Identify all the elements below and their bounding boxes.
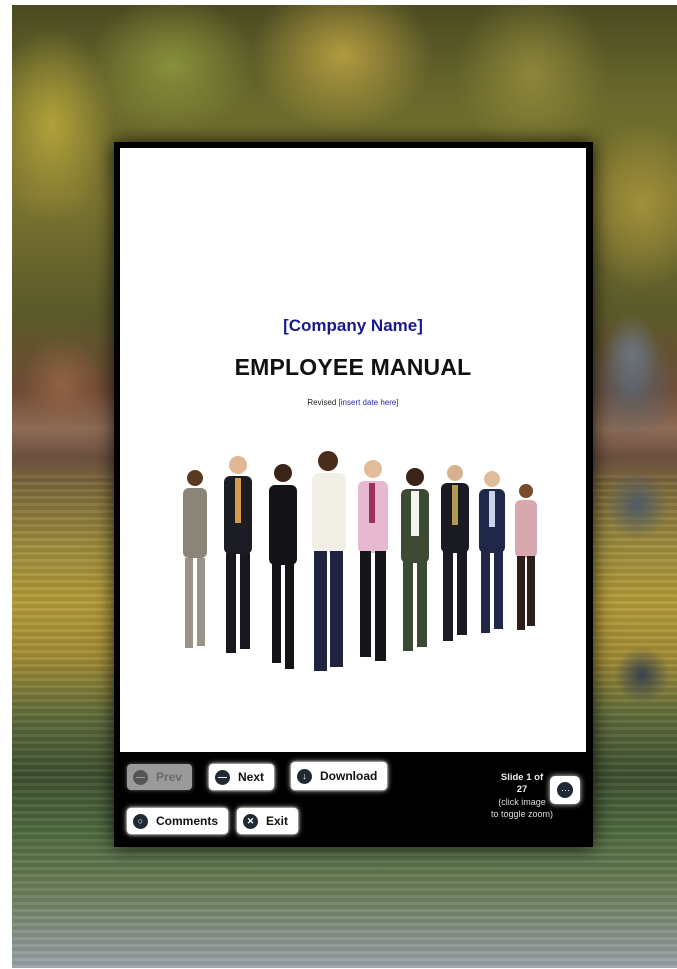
zoom-hint-line2: to toggle zoom) — [490, 809, 554, 819]
person-6 — [401, 468, 429, 651]
team-photo — [183, 451, 537, 671]
zoom-hint-line1: (click image — [498, 797, 546, 807]
exit-label: Exit — [266, 814, 289, 828]
slide-page[interactable]: [Company Name] EMPLOYEE MANUAL Revised [… — [120, 148, 586, 752]
thumbnails-button[interactable]: ⋯ — [550, 776, 580, 804]
next-label: Next — [238, 770, 265, 784]
person-2 — [224, 456, 252, 653]
download-button[interactable]: ↓ Download — [291, 762, 388, 790]
document-title: EMPLOYEE MANUAL — [234, 354, 472, 380]
comments-button[interactable]: ○ Comments — [127, 808, 229, 834]
slide-counter-total: 27 — [516, 784, 528, 795]
prev-button[interactable]: — Prev — [127, 764, 193, 790]
minus-circle-icon: — — [133, 769, 148, 785]
slide-counter: Slide 1 of 27 (click image to toggle zoo… — [484, 772, 560, 820]
speech-bubble-icon: ○ — [133, 813, 148, 829]
close-circle-icon: ✕ — [243, 813, 258, 829]
person-3 — [269, 464, 297, 669]
person-7 — [441, 465, 469, 641]
grid-dots-icon: ⋯ — [557, 782, 573, 798]
river-rocks — [592, 275, 677, 715]
person-1 — [183, 470, 207, 648]
download-label: Download — [320, 769, 378, 783]
slide-viewer: [Company Name] EMPLOYEE MANUAL Revised [… — [114, 142, 593, 847]
next-button[interactable]: — Next — [209, 764, 275, 790]
revised-label: Revised — [307, 398, 337, 407]
company-name: [Company Name] — [283, 316, 423, 335]
comments-label: Comments — [156, 814, 219, 828]
download-circle-icon: ↓ — [297, 768, 312, 784]
prev-label: Prev — [156, 770, 183, 784]
slide-counter-line1: Slide 1 of — [500, 772, 544, 783]
person-5 — [358, 460, 388, 661]
minus-circle-icon: — — [215, 769, 230, 785]
revised-line: Revised [insert date here] — [120, 398, 586, 407]
person-8 — [479, 471, 505, 633]
person-4 — [312, 451, 346, 671]
exit-button[interactable]: ✕ Exit — [237, 808, 299, 834]
revised-date: [insert date here] — [338, 398, 399, 407]
person-9 — [515, 484, 537, 630]
